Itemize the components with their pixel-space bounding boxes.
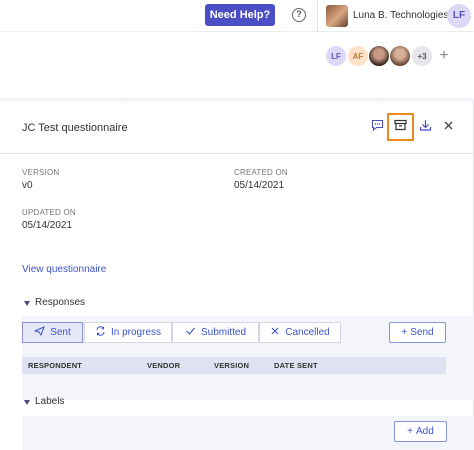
collaborator-avatar[interactable]: LF (325, 45, 347, 67)
version-label: VERSION (22, 168, 60, 177)
column-header-date-sent[interactable]: DATE SENT (274, 361, 318, 370)
x-icon (270, 326, 280, 339)
column-header-version[interactable]: VERSION (214, 361, 249, 370)
comment-icon[interactable] (370, 119, 384, 133)
add-collaborator-icon[interactable]: + (434, 46, 454, 66)
tab-label: In progress (110, 327, 162, 338)
plus-icon: + (401, 327, 408, 338)
help-icon[interactable]: ? (292, 8, 306, 22)
tab-label: Sent (50, 327, 71, 338)
column-header-vendor[interactable]: VENDOR (147, 361, 180, 370)
tab-in-progress[interactable]: In progress (84, 322, 172, 343)
updated-label: UPDATED ON (22, 208, 76, 217)
add-button-label: Add (416, 426, 434, 437)
created-value: 05/14/2021 (234, 180, 285, 191)
check-icon (185, 326, 196, 339)
org-avatar[interactable] (326, 5, 348, 27)
view-questionnaire-link[interactable]: View questionnaire (22, 264, 106, 275)
archive-icon[interactable] (393, 119, 407, 133)
chevron-down-icon[interactable] (24, 301, 30, 306)
org-name[interactable]: Luna B. Technologies (353, 10, 448, 21)
need-help-button[interactable]: Need Help? (205, 4, 275, 26)
send-button[interactable]: + Send (389, 322, 446, 343)
collaborator-avatar[interactable] (389, 45, 411, 67)
tab-cancelled[interactable]: Cancelled (259, 322, 341, 343)
top-bar: Need Help? ? Luna B. Technologies LF (0, 0, 474, 32)
collaborator-avatar[interactable] (368, 45, 390, 67)
responses-section-title[interactable]: Responses (35, 297, 85, 308)
divider (317, 0, 318, 32)
panel-shadow (0, 98, 474, 104)
updated-value: 05/14/2021 (22, 220, 73, 231)
tab-sent[interactable]: Sent (22, 322, 83, 343)
tab-submitted[interactable]: Submitted (172, 322, 259, 343)
refresh-icon (95, 326, 106, 339)
tab-label: Submitted (200, 327, 247, 338)
chevron-down-icon[interactable] (24, 400, 30, 405)
more-collaborators-badge[interactable]: +3 (411, 45, 433, 67)
send-icon (33, 326, 46, 339)
divider (0, 153, 474, 154)
labels-section-title[interactable]: Labels (35, 396, 64, 407)
tab-label: Cancelled (285, 327, 330, 338)
collaborator-avatar[interactable]: AF (347, 45, 369, 67)
plus-icon: + (407, 426, 414, 437)
send-button-label: Send (410, 327, 434, 338)
user-avatar[interactable]: LF (447, 4, 471, 28)
download-icon[interactable] (418, 119, 432, 133)
close-icon[interactable] (443, 120, 454, 134)
add-label-button[interactable]: + Add (394, 421, 447, 442)
column-header-respondent[interactable]: RESPONDENT (28, 361, 82, 370)
panel-title: JC Test questionnaire (22, 122, 128, 134)
created-label: CREATED ON (234, 168, 288, 177)
version-value: v0 (22, 180, 33, 191)
